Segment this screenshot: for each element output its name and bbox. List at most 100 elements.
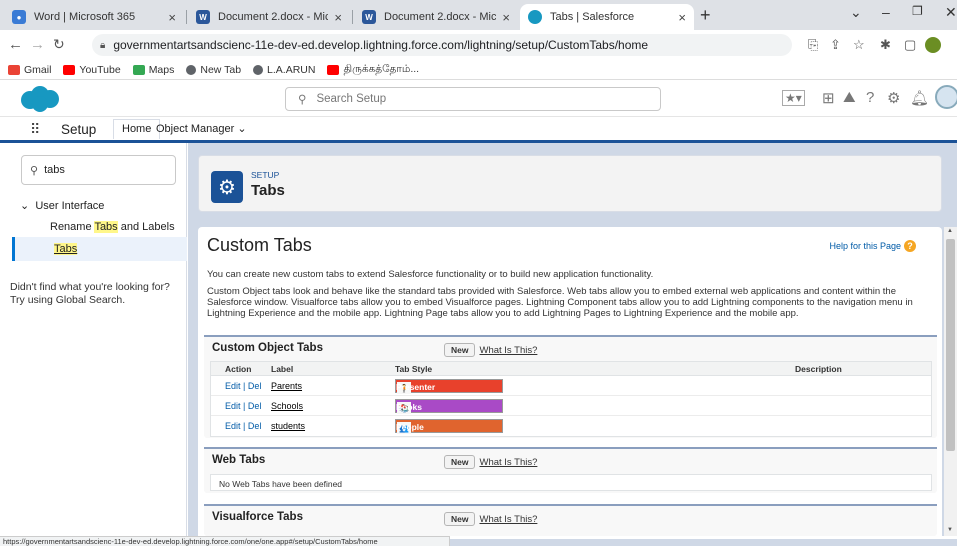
bookmark-la-arun[interactable]: L.A.ARUN xyxy=(253,64,315,76)
help-for-page-link[interactable]: Help for this Page? xyxy=(829,240,916,252)
page-title: Tabs xyxy=(251,182,285,199)
gear-icon: ⚙ xyxy=(211,171,243,203)
what-is-this-link[interactable]: What Is This? xyxy=(479,345,537,356)
scroll-up-icon[interactable]: ▲ xyxy=(947,228,953,234)
scroll-thumb[interactable] xyxy=(946,239,955,451)
tab-label-link[interactable]: Schools xyxy=(271,401,303,411)
bookmark-new-tab[interactable]: New Tab xyxy=(186,64,241,76)
chevron-down-icon: ⌄ xyxy=(20,200,30,212)
browser-tab-strip: ● Word | Microsoft 365 × W Document 2.do… xyxy=(0,0,957,30)
not-found-hint: Didn't find what you're looking for? Try… xyxy=(10,281,170,306)
close-window-icon[interactable]: ✕ xyxy=(945,4,957,21)
browser-tab-label: Word | Microsoft 365 xyxy=(34,11,136,23)
app-navigation: ⠿ Setup Home Object Manager ⌄ xyxy=(0,117,957,143)
bell-icon[interactable]: 🔔︎ xyxy=(910,89,929,107)
status-url-bar: https://governmentartsandscienc-11e-dev-… xyxy=(0,536,450,546)
close-icon[interactable]: × xyxy=(502,10,510,25)
minimize-icon[interactable]: – xyxy=(882,4,890,20)
browser-tab-salesforce[interactable]: Tabs | Salesforce × xyxy=(520,4,694,30)
new-web-tab-button[interactable]: New xyxy=(444,455,476,469)
office-icon: ● xyxy=(12,10,26,24)
extensions-icon[interactable]: ✱ xyxy=(880,37,891,53)
close-icon[interactable]: × xyxy=(334,10,342,25)
bookmark-label: New Tab xyxy=(200,63,242,76)
bookmark-gmail[interactable]: Gmail xyxy=(8,64,51,76)
section-title: Web Tabs xyxy=(212,454,266,466)
salesforce-logo[interactable] xyxy=(18,85,62,113)
edit-delete-links[interactable]: Edit | Del xyxy=(225,421,261,431)
browser-tab-label: Tabs | Salesforce xyxy=(550,11,635,23)
tab-style-chip: 📚 Books xyxy=(395,399,503,414)
back-arrow-icon[interactable]: ← xyxy=(8,36,23,53)
quick-find-input[interactable]: ⚲ tabs xyxy=(21,155,176,185)
app-launcher-icon[interactable]: ⠿ xyxy=(30,121,40,138)
trailhead-icon[interactable]: ⛰ xyxy=(843,89,856,106)
translate-icon[interactable]: ⎘ xyxy=(808,37,818,53)
browser-tab-word-365[interactable]: ● Word | Microsoft 365 × xyxy=(4,4,184,30)
what-is-this-link[interactable]: What Is This? xyxy=(479,514,537,525)
browser-tab-label: Document 2.docx - Microsoft Wo xyxy=(384,11,497,23)
custom-tabs-panel: Custom Tabs Help for this Page? You can … xyxy=(198,227,942,536)
edit-delete-links[interactable]: Edit | Del xyxy=(225,401,261,411)
table-row: Edit | Del Parents 🧍 Presenter xyxy=(211,376,931,396)
edit-delete-links[interactable]: Edit | Del xyxy=(225,381,261,391)
item-text: and Labels xyxy=(117,221,175,233)
column-header: Label xyxy=(271,364,294,374)
sidebar-item-tabs[interactable]: Tabs xyxy=(12,237,187,261)
new-custom-object-tab-button[interactable]: New xyxy=(444,343,476,357)
tab-style-label: Presenter xyxy=(396,382,436,392)
bookmark-star-icon[interactable]: ☆ xyxy=(853,37,865,53)
tree-group-user-interface[interactable]: ⌄ User Interface xyxy=(20,199,104,212)
add-icon[interactable]: ⊞ xyxy=(822,89,835,107)
browser-tab-document-2[interactable]: W Document 2.docx - Microsoft Wo × xyxy=(354,4,518,30)
tab-label-link[interactable]: students xyxy=(271,421,305,431)
bookmark-label: Maps xyxy=(148,63,175,76)
item-text: Rename xyxy=(50,221,95,233)
setup-label: SETUP xyxy=(251,170,280,180)
new-tab-button[interactable]: + xyxy=(700,5,711,26)
browser-tab-document-1[interactable]: W Document 2.docx - Microsoft Wo × xyxy=(188,4,350,30)
salesforce-icon xyxy=(528,10,542,24)
profile-avatar[interactable] xyxy=(925,37,941,53)
bookmark-maps[interactable]: Maps xyxy=(132,63,175,76)
favorites-star-icon[interactable]: ★▾ xyxy=(782,90,805,106)
user-avatar[interactable] xyxy=(935,85,957,109)
bookmark-tamil[interactable]: திருக்கத்தோம்... xyxy=(327,63,419,76)
nav-tab-object-manager[interactable]: Object Manager ⌄ xyxy=(156,122,247,135)
side-panel-icon[interactable]: ▢ xyxy=(904,37,916,53)
section-title: Visualforce Tabs xyxy=(212,511,303,523)
close-icon[interactable]: × xyxy=(168,10,176,25)
close-icon[interactable]: × xyxy=(678,10,686,25)
address-bar[interactable]: 🔒︎ governmentartsandscienc-11e-dev-ed.de… xyxy=(92,34,792,56)
what-is-this-link[interactable]: What Is This? xyxy=(479,457,537,468)
bookmark-youtube[interactable]: YouTube xyxy=(63,63,121,76)
youtube-icon xyxy=(327,64,340,75)
nav-tab-label: Object Manager xyxy=(156,123,235,135)
gear-icon[interactable]: ⚙ xyxy=(887,89,900,107)
help-icon[interactable]: ? xyxy=(866,89,874,106)
restore-icon[interactable]: ❐ xyxy=(912,4,923,18)
browser-tab-label: Document 2.docx - Microsoft Wo xyxy=(218,11,329,23)
scroll-down-icon[interactable]: ▼ xyxy=(947,527,953,533)
visualforce-tabs-section: Visualforce Tabs New What Is This? xyxy=(204,504,937,536)
reload-icon[interactable]: ↻ xyxy=(53,36,65,53)
share-icon[interactable]: ⇪ xyxy=(830,37,841,53)
tab-label-link[interactable]: Parents xyxy=(271,381,302,391)
tab-style-label: People xyxy=(396,422,424,432)
new-visualforce-tab-button[interactable]: New xyxy=(444,512,476,526)
tab-search-icon[interactable]: ⌄ xyxy=(850,4,862,21)
content-scrollbar[interactable]: ▲ ▼ xyxy=(944,227,957,536)
help-link-text: Help for this Page xyxy=(829,241,901,251)
table-row: Edit | Del students 👥 People xyxy=(211,416,931,436)
search-setup-input[interactable]: ⚲ Search Setup xyxy=(285,87,661,111)
bookmark-label: YouTube xyxy=(79,63,121,76)
description-text: Custom Object tabs look and behave like … xyxy=(207,286,913,319)
nav-tab-home[interactable]: Home xyxy=(113,119,161,139)
table-header: Action Label Tab Style Description xyxy=(211,362,931,376)
forward-arrow-icon[interactable]: → xyxy=(30,36,45,53)
empty-state: No Web Tabs have been defined xyxy=(210,474,932,491)
app-name: Setup xyxy=(61,122,97,137)
intro-text: You can create new custom tabs to extend… xyxy=(207,269,654,280)
search-placeholder: Search Setup xyxy=(316,93,387,105)
sidebar-item-rename-tabs[interactable]: Rename Tabs and Labels xyxy=(50,221,175,233)
